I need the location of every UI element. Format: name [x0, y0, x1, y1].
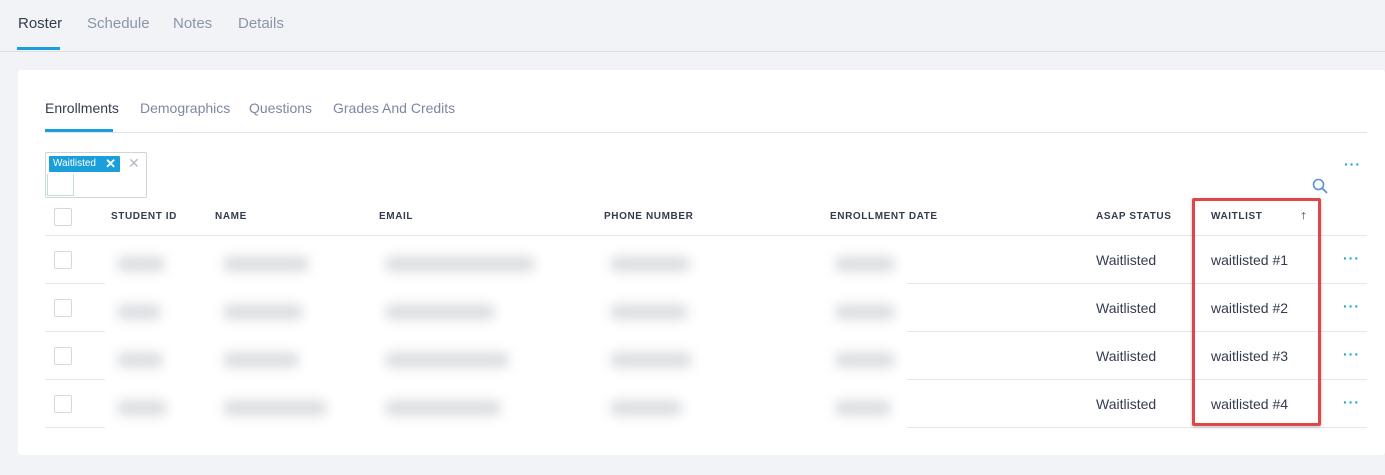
redaction-blob: [223, 353, 299, 367]
filter-input[interactable]: [47, 174, 74, 196]
redaction-blob: [835, 305, 895, 319]
redaction-blob: [117, 305, 161, 319]
row-actions-icon[interactable]: ···: [1343, 298, 1360, 314]
redaction-blob: [117, 353, 163, 367]
tab-schedule[interactable]: Schedule: [87, 15, 150, 32]
more-horizontal-icon[interactable]: ···: [1344, 156, 1361, 172]
redaction-blob: [610, 305, 688, 319]
redaction-blob: [223, 305, 303, 319]
redaction-blob: [610, 257, 690, 271]
column-student-id[interactable]: STUDENT ID: [111, 211, 177, 222]
column-email[interactable]: EMAIL: [379, 211, 413, 222]
active-subtab-indicator: [45, 129, 113, 132]
row-checkbox[interactable]: [54, 251, 72, 269]
tab-notes[interactable]: Notes: [173, 15, 212, 32]
tab-demographics[interactable]: Demographics: [140, 100, 230, 116]
redaction-blob: [610, 353, 692, 367]
column-asap-status[interactable]: ASAP STATUS: [1096, 211, 1172, 222]
redaction-blob: [835, 257, 895, 271]
tab-roster[interactable]: Roster: [18, 15, 62, 32]
search-icon[interactable]: [1312, 178, 1328, 194]
column-waitlist[interactable]: WAITLIST: [1211, 211, 1262, 222]
waitlist-cell: waitlisted #3: [1211, 348, 1289, 364]
redaction-blob: [835, 353, 895, 367]
column-phone-number[interactable]: PHONE NUMBER: [604, 211, 693, 222]
row-actions-icon[interactable]: ···: [1343, 394, 1360, 410]
sub-tab-bar: Enrollments Demographics Questions Grade…: [45, 70, 1367, 133]
clear-filter-icon[interactable]: ✕: [128, 155, 140, 172]
active-tab-indicator: [17, 47, 60, 50]
redaction-blob: [223, 257, 309, 271]
redaction-blob: [385, 257, 535, 271]
asap-status-cell: Waitlisted: [1096, 348, 1157, 364]
filter-chip-waitlisted: Waitlisted ✕: [49, 156, 120, 172]
close-icon[interactable]: ✕: [105, 156, 116, 172]
redaction-blob: [385, 401, 501, 415]
waitlist-cell: waitlisted #4: [1211, 396, 1289, 412]
waitlist-cell: waitlisted #2: [1211, 300, 1289, 316]
redaction-blob: [385, 353, 509, 367]
row-actions-icon[interactable]: ···: [1343, 346, 1360, 362]
redaction-blob: [610, 401, 682, 415]
row-actions-icon[interactable]: ···: [1343, 250, 1360, 266]
table-header: STUDENT ID NAME EMAIL PHONE NUMBER ENROL…: [45, 198, 1367, 236]
tab-grades-and-credits[interactable]: Grades And Credits: [333, 100, 455, 116]
redaction-blob: [117, 401, 167, 415]
sort-ascending-icon[interactable]: 🡑: [1301, 209, 1306, 226]
enrollments-card: Enrollments Demographics Questions Grade…: [18, 70, 1385, 455]
filter-chip-label: Waitlisted: [53, 158, 96, 169]
select-all-checkbox[interactable]: [54, 208, 72, 226]
asap-status-cell: Waitlisted: [1096, 252, 1157, 268]
status-filter[interactable]: Waitlisted ✕ ✕: [45, 152, 147, 198]
tab-questions[interactable]: Questions: [249, 100, 312, 116]
asap-status-cell: Waitlisted: [1096, 396, 1157, 412]
waitlist-cell: waitlisted #1: [1211, 252, 1289, 268]
tab-details[interactable]: Details: [238, 15, 284, 32]
redacted-personal-data: [105, 241, 907, 429]
row-checkbox[interactable]: [54, 299, 72, 317]
redaction-blob: [835, 401, 891, 415]
column-name[interactable]: NAME: [215, 211, 247, 222]
redaction-blob: [385, 305, 495, 319]
redaction-blob: [223, 401, 327, 415]
tab-enrollments[interactable]: Enrollments: [45, 100, 119, 116]
row-checkbox[interactable]: [54, 347, 72, 365]
asap-status-cell: Waitlisted: [1096, 300, 1157, 316]
row-checkbox[interactable]: [54, 395, 72, 413]
column-enrollment-date[interactable]: ENROLLMENT DATE: [830, 211, 938, 222]
top-tab-bar: Roster Schedule Notes Details: [0, 0, 1385, 52]
redaction-blob: [117, 257, 165, 271]
